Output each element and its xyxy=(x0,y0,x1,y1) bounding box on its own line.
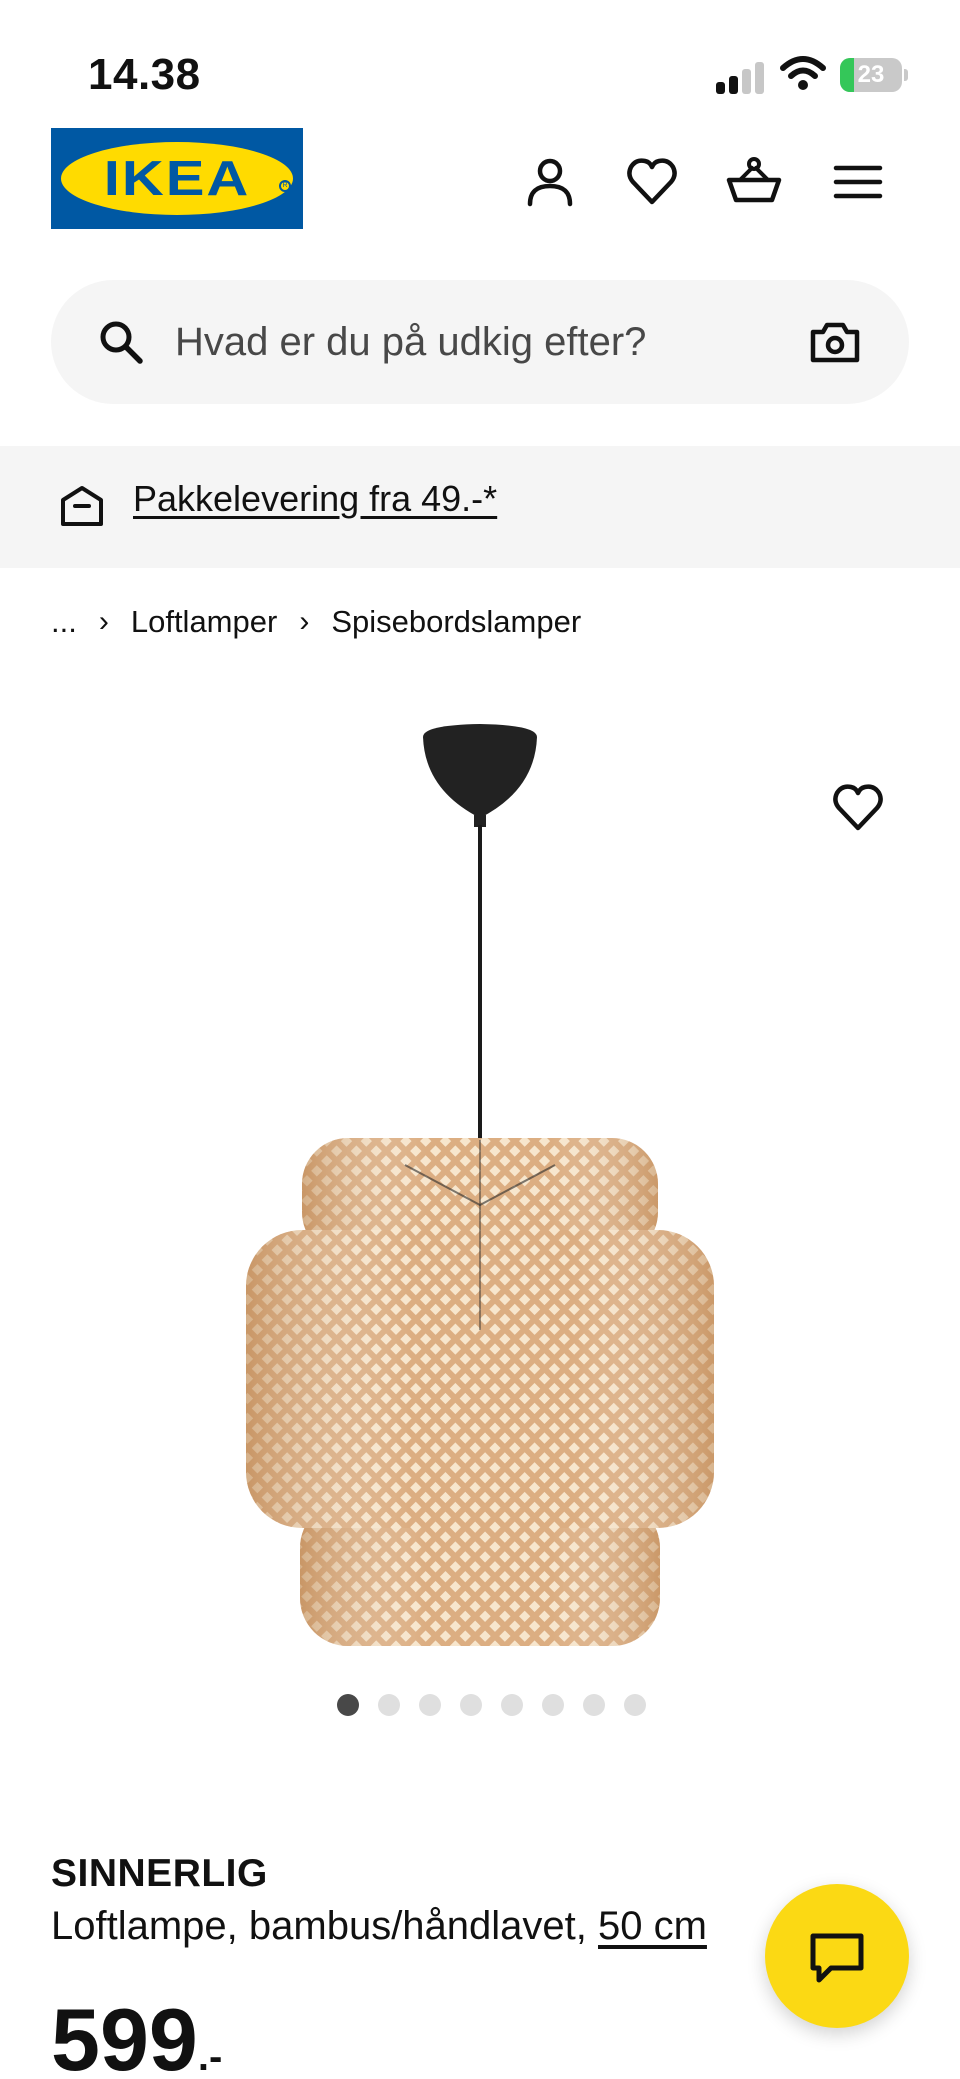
product-description: Loftlampe, bambus/håndlavet, xyxy=(51,1904,599,1948)
breadcrumb-ellipsis[interactable]: ... xyxy=(51,604,77,640)
add-to-favourites-icon[interactable] xyxy=(828,780,888,836)
heart-icon[interactable] xyxy=(624,154,680,210)
camera-icon[interactable] xyxy=(809,318,861,366)
breadcrumb-item-spisebordslamper[interactable]: Spisebordslamper xyxy=(331,604,581,640)
menu-icon[interactable] xyxy=(830,154,886,210)
chevron-right-icon: › xyxy=(299,605,310,638)
breadcrumb: ... › Loftlamper › Spisebordslamper xyxy=(51,598,581,646)
product-size-link[interactable]: 50 cm xyxy=(598,1904,707,1948)
price-suffix: .- xyxy=(197,2035,223,2079)
carousel-dot[interactable] xyxy=(419,1694,441,1716)
product-description-line: Loftlampe, bambus/håndlavet, 50 cm xyxy=(51,1904,707,1949)
product-name: SINNERLIG xyxy=(51,1852,268,1895)
carousel-dot[interactable] xyxy=(583,1694,605,1716)
chevron-right-icon: › xyxy=(98,605,109,638)
delivery-banner: Pakkelevering fra 49.-* xyxy=(0,446,960,568)
price-value: 599 xyxy=(51,1990,198,2079)
product-price: 599.- xyxy=(51,1990,222,2079)
battery-icon: 23 xyxy=(840,58,908,92)
carousel-dot[interactable] xyxy=(460,1694,482,1716)
user-icon[interactable] xyxy=(522,154,578,210)
site-header: IKEA R xyxy=(0,118,960,248)
ikea-logo[interactable]: IKEA R xyxy=(51,128,303,229)
logo-text: IKEA xyxy=(103,150,251,207)
search-icon[interactable] xyxy=(97,318,145,366)
status-time: 14.38 xyxy=(88,50,201,99)
wifi-icon xyxy=(780,56,826,90)
carousel-dot[interactable] xyxy=(624,1694,646,1716)
chat-button[interactable] xyxy=(765,1884,909,2028)
breadcrumb-item-loftlamper[interactable]: Loftlamper xyxy=(131,604,277,640)
carousel-dot[interactable] xyxy=(378,1694,400,1716)
search-input[interactable] xyxy=(175,308,795,376)
basket-icon[interactable] xyxy=(726,154,782,210)
cellular-signal-icon xyxy=(716,60,764,94)
product-image[interactable] xyxy=(0,690,960,1680)
carousel-dot[interactable] xyxy=(337,1694,359,1716)
carousel-dot[interactable] xyxy=(542,1694,564,1716)
status-bar: 14.38 23 xyxy=(0,0,960,118)
product-page: 14.38 23 IKEA R Hvad er du på udkig efte… xyxy=(0,0,960,2079)
delivery-link[interactable]: Pakkelevering fra 49.-* xyxy=(133,478,497,520)
chat-bubble-icon xyxy=(810,1933,864,1983)
delivery-box-icon xyxy=(61,486,103,526)
search-bar[interactable] xyxy=(51,280,909,404)
battery-level: 23 xyxy=(857,61,885,88)
image-carousel-dots xyxy=(0,1694,960,1720)
carousel-dot[interactable] xyxy=(501,1694,523,1716)
